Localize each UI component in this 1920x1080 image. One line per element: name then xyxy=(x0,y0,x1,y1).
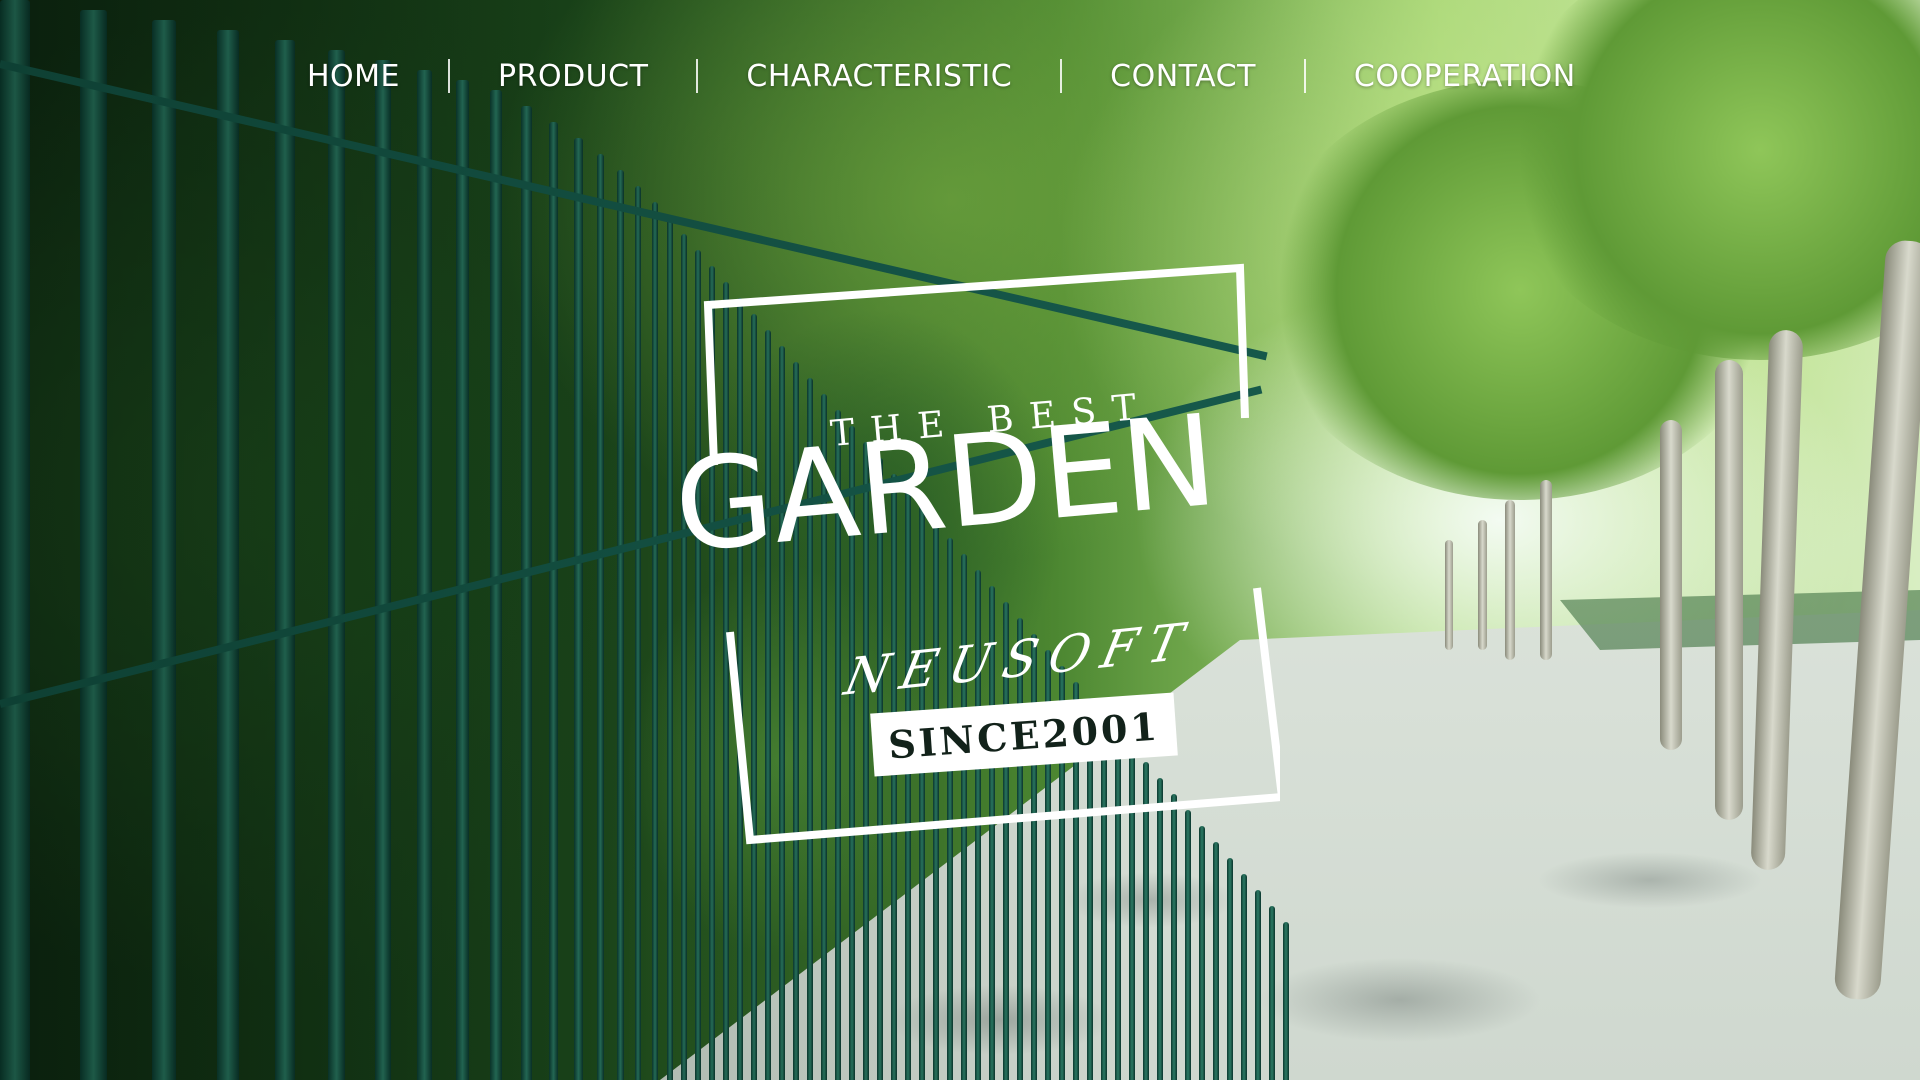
main-nav: HOME PRODUCT CHARACTERISTIC CONTACT COOP… xyxy=(255,48,1624,104)
logo-title: GARDEN xyxy=(669,386,1223,581)
since-badge: SINCE2001 xyxy=(870,692,1178,777)
nav-characteristic[interactable]: CHARACTERISTIC xyxy=(698,59,1060,94)
logo-brand: NEUSOFT xyxy=(839,610,1201,708)
nav-product[interactable]: PRODUCT xyxy=(450,59,696,94)
nav-contact[interactable]: CONTACT xyxy=(1062,59,1304,94)
logo-text-group: THE BEST GARDEN NEUSOFT SINCE2001 xyxy=(660,260,1280,860)
garden-logo: THE BEST GARDEN NEUSOFT SINCE2001 xyxy=(660,260,1280,860)
nav-home[interactable]: HOME xyxy=(255,59,448,94)
nav-cooperation[interactable]: COOPERATION xyxy=(1306,59,1624,94)
